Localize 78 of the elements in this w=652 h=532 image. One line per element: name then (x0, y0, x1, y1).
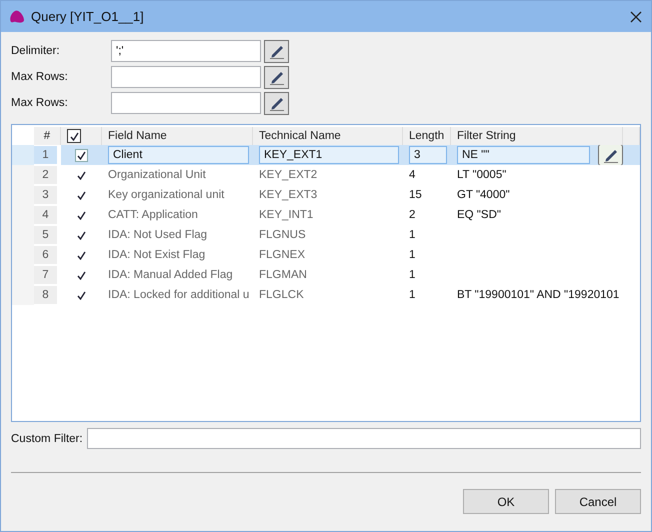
edit-button[interactable] (264, 40, 289, 62)
text-field[interactable] (111, 66, 261, 88)
checkbox[interactable] (77, 190, 86, 200)
checkbox[interactable] (77, 270, 86, 280)
table-cell: FLGLCK (259, 289, 304, 301)
checkmark-icon (70, 132, 78, 140)
row-number[interactable]: 4 (34, 206, 57, 224)
table-cell: 1 (409, 269, 416, 281)
column-header[interactable]: Technical Name (253, 127, 403, 145)
dialog-button[interactable]: Cancel (555, 489, 641, 514)
table-cell: GT "4000" (457, 189, 510, 201)
edit-button[interactable] (598, 145, 623, 165)
table-cell: 1 (409, 249, 416, 261)
column-header[interactable]: Length (403, 127, 451, 145)
table-cell: 2 (409, 209, 416, 221)
table-cell: KEY_EXT3 (259, 189, 318, 201)
edit-button[interactable] (264, 92, 289, 114)
table-cell: Organizational Unit (108, 169, 206, 181)
table-cell: Key organizational unit (108, 189, 224, 201)
cell-editor[interactable]: KEY_EXT1 (259, 146, 399, 164)
checkmark-icon (77, 170, 86, 180)
field-label: Delimiter: (11, 45, 61, 57)
table-cell: IDA: Locked for additional u (108, 289, 250, 301)
field-label: Max Rows: (11, 97, 69, 109)
table-cell: KEY_INT1 (259, 209, 314, 221)
edit-button[interactable] (264, 66, 289, 88)
cell-editor[interactable]: NE "" (457, 146, 590, 164)
checkbox[interactable] (77, 250, 86, 260)
row-number[interactable]: 1 (34, 146, 57, 164)
row-number[interactable]: 5 (34, 226, 57, 244)
table-cell: 15 (409, 189, 422, 201)
cell-editor[interactable]: Client (108, 146, 249, 164)
checkmark-icon (77, 210, 86, 220)
cell-editor[interactable]: 3 (409, 146, 447, 164)
checkbox[interactable] (77, 170, 86, 180)
close-icon[interactable] (630, 10, 642, 22)
checkbox[interactable] (77, 290, 86, 300)
custom-filter-field[interactable] (86, 428, 641, 449)
row-number[interactable]: 3 (34, 186, 57, 204)
select-all-checkbox[interactable] (67, 129, 81, 143)
table-cell: IDA: Not Used Flag (108, 229, 208, 241)
text-field[interactable]: ';' (111, 40, 261, 62)
table-cell: KEY_EXT2 (259, 169, 318, 181)
table-cell: FLGNUS (259, 229, 306, 241)
column-header[interactable]: Filter String (451, 127, 623, 145)
header-filler (623, 127, 640, 145)
table-cell: IDA: Manual Added Flag (108, 269, 233, 281)
dialog-button[interactable]: OK (463, 489, 549, 514)
row-number[interactable]: 6 (34, 246, 57, 264)
checkbox[interactable] (77, 230, 86, 240)
checkmark-icon (77, 290, 86, 300)
table-cell: IDA: Not Exist Flag (108, 249, 206, 261)
checkmark-icon (77, 250, 86, 260)
checkbox[interactable] (77, 210, 86, 220)
checkmark-icon (77, 270, 86, 280)
checkbox[interactable] (75, 148, 88, 162)
table-cell: FLGNEX (259, 249, 306, 261)
window-title: Query [YIT_O1__1] (31, 9, 145, 24)
table-cell: EQ "SD" (457, 209, 501, 221)
checkmark-icon (77, 150, 86, 160)
column-header[interactable]: # (34, 127, 61, 145)
row-number[interactable]: 7 (34, 266, 57, 284)
table-cell: LT "0005" (457, 169, 506, 181)
app-logo-icon (9, 10, 25, 24)
row-number[interactable]: 2 (34, 166, 57, 184)
table-cell: FLGMAN (259, 269, 307, 281)
row-number[interactable]: 8 (34, 286, 57, 304)
table-cell: CATT: Application (108, 209, 198, 221)
checkmark-icon (77, 190, 86, 200)
table-cell: 1 (409, 289, 416, 301)
checkmark-icon (77, 230, 86, 240)
column-header[interactable]: Field Name (102, 127, 253, 145)
table-cell: 1 (409, 229, 416, 241)
text-field[interactable] (111, 92, 261, 114)
field-label: Custom Filter: (11, 432, 83, 444)
field-label: Max Rows: (11, 71, 69, 83)
table-cell: 4 (409, 169, 416, 181)
table-cell: BT "19900101" AND "19920101 (457, 289, 620, 301)
